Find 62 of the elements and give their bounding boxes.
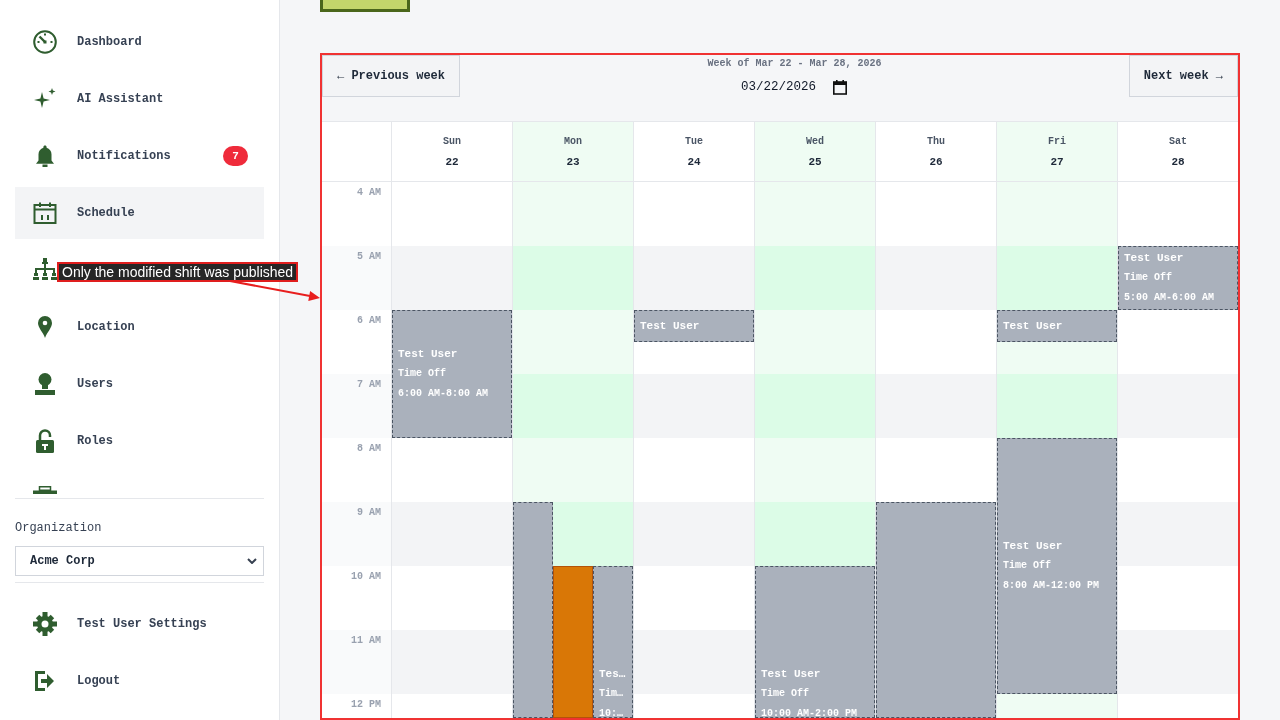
day-date: 27	[1050, 154, 1064, 169]
event-time: 6:00 AM-8:00 AM	[398, 387, 488, 401]
organization-select[interactable]: Acme Corp	[15, 546, 264, 576]
organization-label: Organization	[15, 520, 103, 536]
day-date: 28	[1171, 154, 1185, 169]
hour-label: 11 AM	[351, 634, 381, 648]
hour-label: 4 AM	[357, 186, 381, 200]
hour-label: 9 AM	[357, 506, 381, 520]
hour-label: 7 AM	[357, 378, 381, 392]
event-title: Test User	[1124, 251, 1184, 266]
event-time: 8:00 AM-12:00 PM	[1003, 579, 1099, 593]
partial-icon	[33, 486, 57, 494]
event-time: 10:00 AM-2:00 PM	[761, 707, 857, 717]
event-time: 5:00 AM-6:00 AM	[1124, 291, 1214, 305]
day-date: 23	[566, 154, 580, 169]
event-title: Test User	[1003, 319, 1063, 334]
week-range-label: Week of Mar 22 - Mar 28, 2026	[707, 57, 882, 71]
event-title: Test User	[1003, 539, 1063, 554]
day-name: Wed	[806, 134, 824, 149]
day-name: Fri	[1048, 134, 1066, 149]
day-name: Sat	[1169, 134, 1187, 149]
event-title: Test User	[398, 347, 458, 362]
hour-label: 5 AM	[357, 250, 381, 264]
day-date: 26	[929, 154, 943, 169]
calendar-icon	[33, 201, 57, 225]
calendar-icon	[831, 79, 848, 95]
event-type: Time Off	[398, 367, 446, 381]
partial-button[interactable]	[320, 0, 410, 12]
previous-week-button[interactable]: ← Previous week	[322, 55, 461, 97]
padlock-icon	[33, 429, 57, 453]
sidebar-item[interactable]: Schedule	[15, 187, 264, 239]
hour-label: 10 AM	[351, 570, 381, 584]
day-date: 22	[445, 154, 459, 169]
org-chart-icon	[33, 258, 57, 282]
event-time: 10:…	[599, 707, 623, 717]
day-date: 25	[808, 154, 822, 169]
bell-icon	[33, 144, 57, 168]
next-week-button[interactable]: Next week →	[1128, 55, 1238, 97]
door-arrow-icon	[33, 669, 57, 693]
gear-icon	[33, 612, 57, 636]
annotation-callout: Only the modified shift was published	[57, 262, 299, 282]
day-date: 24	[687, 154, 701, 169]
event-title: Tes…	[599, 667, 626, 682]
event-title: Test User	[640, 319, 700, 334]
hour-label: 8 AM	[357, 442, 381, 456]
day-name: Tue	[685, 134, 703, 149]
day-name: Thu	[927, 134, 945, 149]
event-type: Tim…	[599, 687, 623, 701]
hour-label: 12 PM	[351, 698, 381, 712]
date-field[interactable]: 03/22/2026	[738, 77, 850, 97]
event-type: Time Off	[761, 687, 809, 701]
user-icon	[33, 372, 57, 396]
event-type: Time Off	[1003, 559, 1051, 573]
hour-label: 6 AM	[357, 314, 381, 328]
day-name: Sun	[443, 134, 461, 149]
chevron-down-icon	[247, 558, 257, 564]
event-title: Test User	[761, 667, 821, 682]
notification-badge: 7	[223, 146, 248, 166]
event-type: Time Off	[1124, 271, 1172, 285]
day-name: Mon	[564, 134, 582, 149]
event-block[interactable]	[513, 502, 553, 718]
gauge-icon	[33, 30, 57, 54]
